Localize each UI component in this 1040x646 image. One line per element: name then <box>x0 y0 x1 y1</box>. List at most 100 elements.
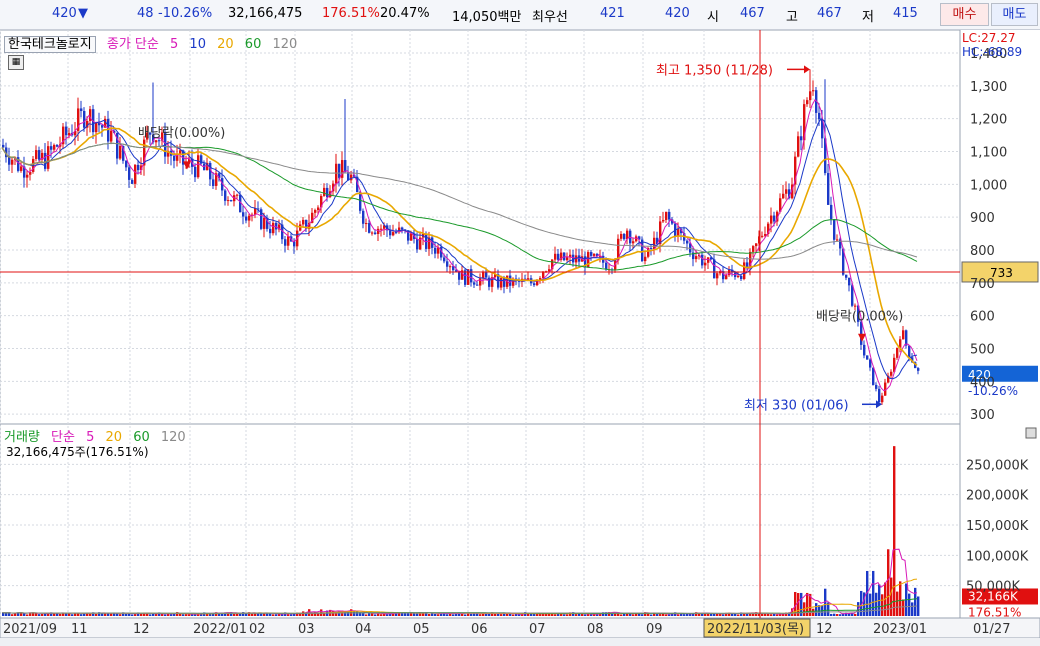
candle-body <box>809 91 812 101</box>
candle-body <box>47 146 50 169</box>
volume-bar <box>641 614 644 616</box>
candle-body <box>197 155 200 178</box>
candle-body <box>869 359 872 368</box>
candle-body <box>362 210 365 224</box>
candle-body <box>854 305 857 307</box>
candle-body <box>95 122 98 133</box>
candle-body <box>533 283 536 286</box>
volume-bar <box>290 614 293 616</box>
volume-bar <box>308 609 311 616</box>
candle-body <box>851 285 854 306</box>
volume-bar <box>563 614 566 616</box>
price-tick-label: 1,300 <box>970 80 1007 95</box>
candle-body <box>476 284 479 286</box>
candle-body <box>338 163 341 178</box>
volume: 32,166,475 <box>228 6 303 21</box>
candle-body <box>224 190 227 201</box>
candle-body <box>650 247 653 249</box>
stock-name[interactable]: 한국테크놀로지 <box>4 36 96 53</box>
candle-body <box>620 233 623 239</box>
candle-body <box>473 282 476 285</box>
buy-button[interactable]: 매수 <box>940 3 989 26</box>
volume-bar <box>119 614 122 616</box>
volume-bar <box>407 613 410 616</box>
candle-body <box>83 110 86 128</box>
candle-body <box>686 240 689 244</box>
x-tick-label: 12 <box>816 622 833 637</box>
volume-bar <box>893 446 896 616</box>
volume-bar <box>233 613 236 616</box>
candle-body <box>410 233 413 241</box>
volume-bar <box>722 614 725 616</box>
volume-bar <box>575 614 578 616</box>
candle-body <box>401 227 404 230</box>
candle-body <box>458 271 461 280</box>
volume-bar <box>380 614 383 616</box>
candle-body <box>752 246 755 252</box>
candle-body <box>446 261 449 267</box>
candle-body <box>881 395 884 403</box>
candle-body <box>65 126 68 136</box>
ma120-label: 120 <box>272 37 298 52</box>
candle-body <box>863 344 866 356</box>
volume-bar <box>881 594 884 616</box>
lc-value: LC:27.27 <box>962 31 1016 45</box>
x-tick-label: 01/27 <box>973 622 1010 637</box>
price-tick-label: 900 <box>970 211 995 226</box>
volume-bar <box>185 614 188 616</box>
volume-bar <box>584 614 587 616</box>
candle-body <box>818 112 821 120</box>
candle-body <box>632 241 635 244</box>
candle-body <box>350 174 353 181</box>
stock-chart[interactable]: 733420-10.26%최고 1,350 (11/28)최저 330 (01/… <box>0 30 1040 638</box>
candle-body <box>245 216 248 221</box>
candle-body <box>695 256 698 260</box>
x-tick-label: 04 <box>355 622 372 637</box>
x-tick-label: 06 <box>471 622 488 637</box>
volume-bar <box>152 613 155 616</box>
volume-bar <box>632 614 635 616</box>
volume-bar <box>512 614 515 616</box>
ma20-label: 20 <box>217 37 234 52</box>
volume-bar <box>275 614 278 616</box>
candle-body <box>743 262 746 280</box>
volume-bar <box>500 614 503 616</box>
x-tick-label: 02 <box>249 622 266 637</box>
candle-body <box>875 384 878 389</box>
candle-body <box>701 254 704 266</box>
turnover: 20.47% <box>380 6 430 21</box>
candle-body <box>314 210 317 213</box>
x-tick-label: 2022/01 <box>193 622 247 637</box>
best-bid-label: 최우선 <box>532 10 568 25</box>
volume-bar <box>281 614 284 616</box>
candle-body <box>173 155 176 161</box>
candle-body <box>662 219 665 222</box>
sell-button[interactable]: 매도 <box>991 3 1038 26</box>
candle-body <box>26 174 29 178</box>
candle-body <box>53 144 56 150</box>
grid-icon[interactable]: ▦ <box>8 55 24 70</box>
volume-tick-label: 100,000K <box>966 549 1029 564</box>
candle-body <box>464 270 467 285</box>
volume-bar <box>566 614 569 616</box>
candle-body <box>317 207 320 211</box>
volume-bar <box>83 613 86 616</box>
volume-bar <box>149 614 152 616</box>
candle-body <box>137 164 140 171</box>
volume-bar <box>5 613 8 616</box>
volume-bar <box>830 613 833 616</box>
candle-body <box>50 146 53 150</box>
volume-bar <box>629 614 632 616</box>
candle-body <box>119 145 122 159</box>
candle-body <box>659 221 662 245</box>
quote-bar: 420 ▼ 48 -10.26% 32,166,475 176.51% 20.4… <box>0 0 1040 30</box>
volume-bar <box>386 614 389 616</box>
volume-bar <box>26 614 29 616</box>
volume-bar <box>251 613 254 616</box>
volume-tick-label: 200,000K <box>966 489 1029 504</box>
candle-body <box>827 173 830 205</box>
price-tick-label: 1,100 <box>970 145 1007 160</box>
candle-body <box>668 211 671 220</box>
volume-bar <box>854 613 857 616</box>
candle-body <box>806 100 809 105</box>
